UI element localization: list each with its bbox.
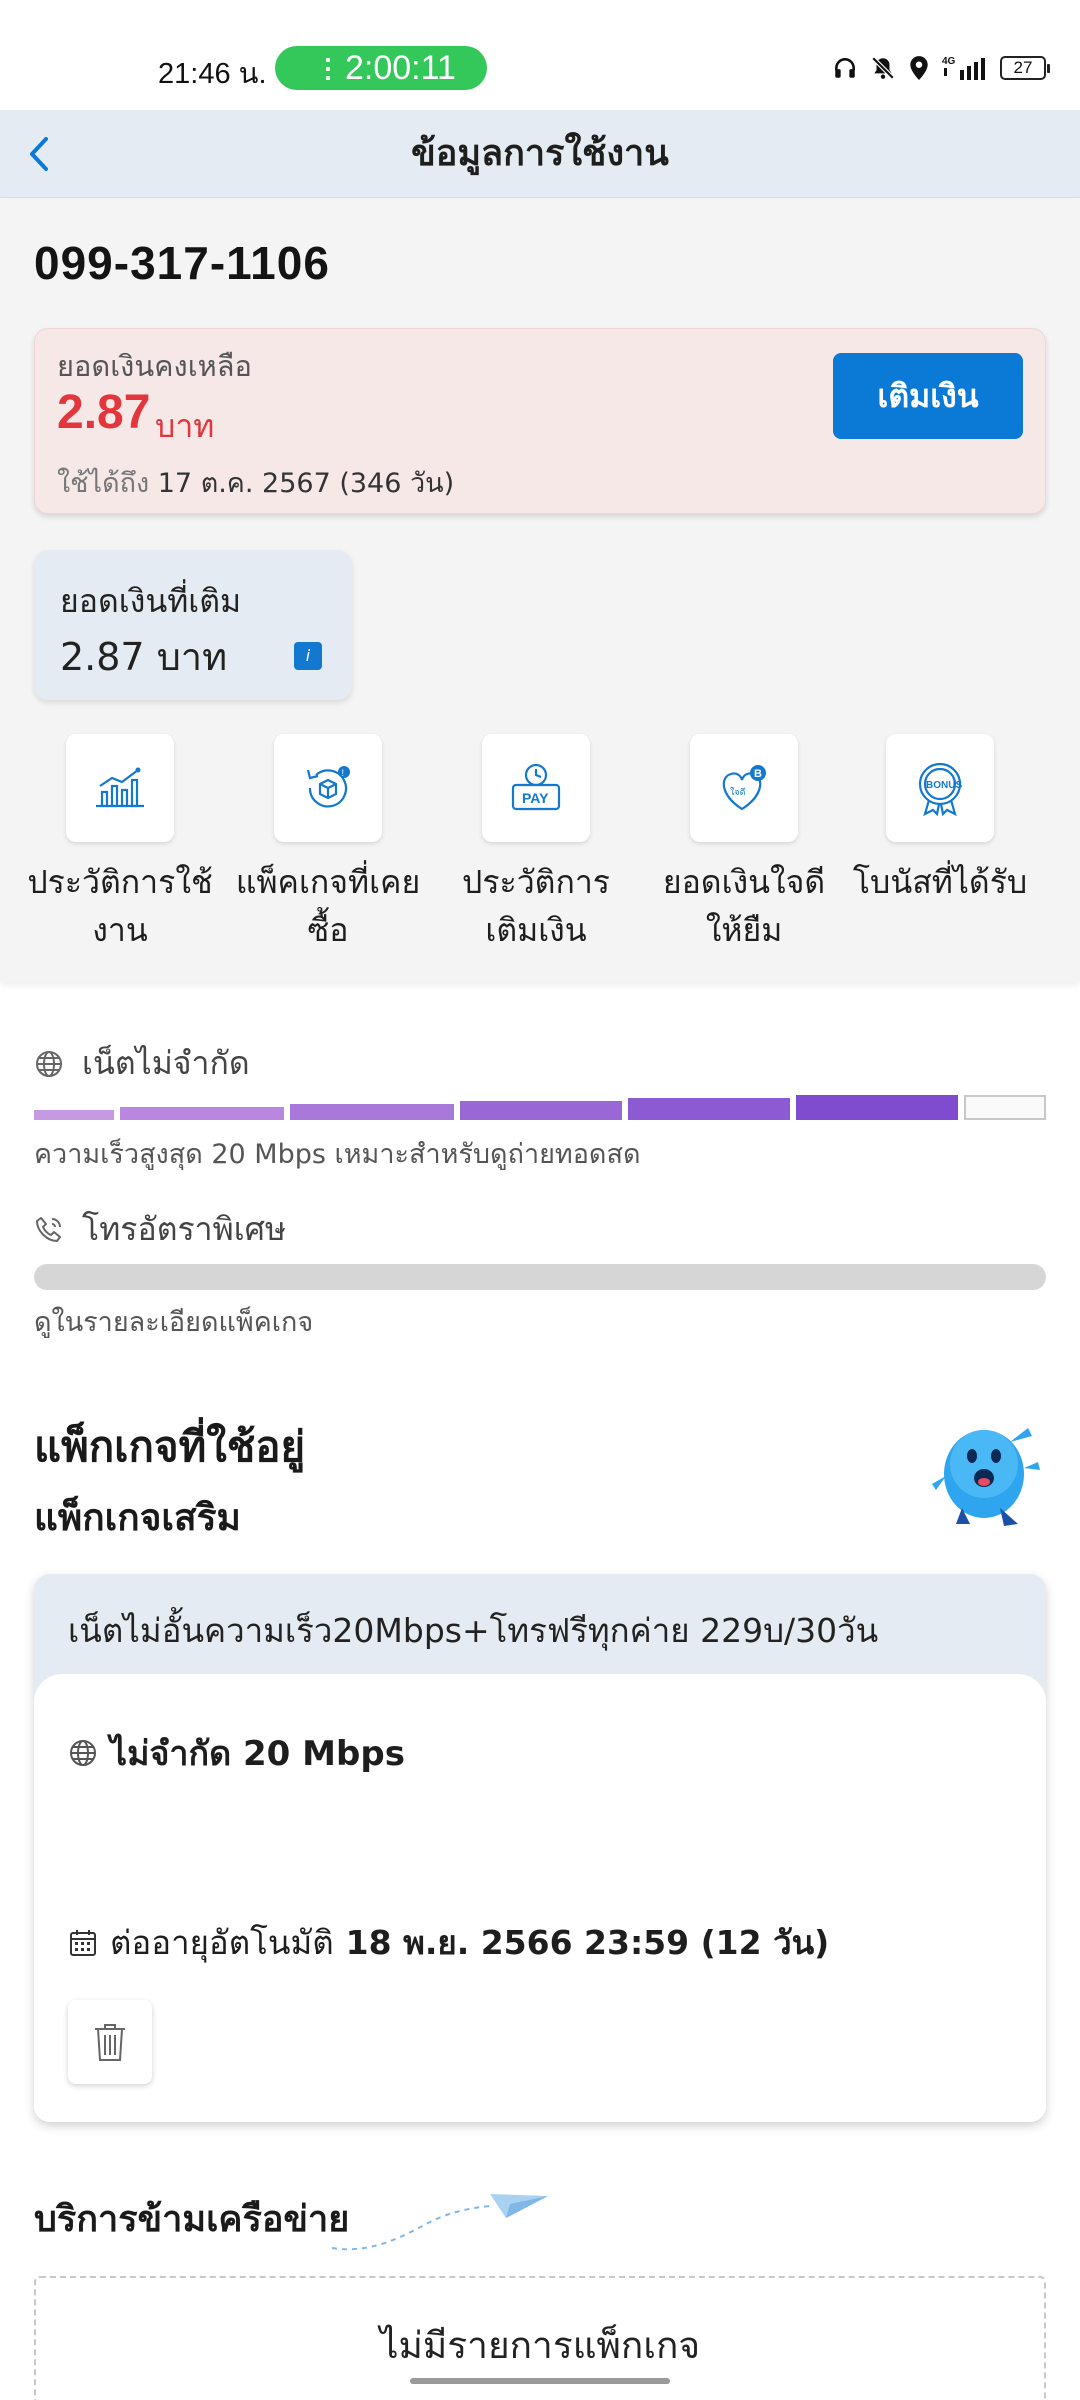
call-usage-title: โทรอัตราพิเศษ: [34, 1204, 286, 1255]
shortcut-usage-history[interactable]: ประวัติการใช้ งาน: [16, 734, 224, 954]
balance-card: ยอดเงินคงเหลือ 2.87 บาท ใช้ได้ถึง 17 ต.ค…: [34, 328, 1046, 514]
topup-button[interactable]: เติมเงิน: [833, 353, 1023, 439]
package-feature: ไม่จำกัด 20 Mbps: [68, 1726, 405, 1780]
package-name: เน็ตไม่อั้นความเร็ว20Mbps+โทรฟรีทุกค่าย …: [68, 1611, 879, 1650]
topped-up-card[interactable]: ยอดเงินที่เติม 2.87 บาท i: [34, 550, 352, 700]
svg-text:ใจดี: ใจดี: [730, 787, 746, 798]
app-header: ข้อมูลการใช้งาน: [0, 110, 1080, 198]
trash-icon: [95, 2024, 125, 2061]
status-bar: 21:46 น. ⋮ 2:00:11 4G 27: [0, 0, 1080, 110]
topped-up-amount: 2.87 บาท: [60, 635, 228, 679]
package-renewal: ต่ออายุอัตโนมัติ 18 พ.ย. 2566 23:59 (12 …: [68, 1916, 829, 1969]
call-indicator-icon: ⋮: [315, 53, 341, 83]
status-time: 21:46 น.: [158, 58, 267, 90]
location-icon: [910, 56, 928, 80]
svg-text:4G: 4G: [942, 56, 956, 67]
loan-heart-icon: ใจดี B: [690, 734, 798, 842]
usage-bar-segment: [796, 1095, 958, 1120]
call-timer: 2:00:11: [345, 49, 456, 87]
renewal-label: ต่ออายุอัตโนมัติ: [110, 1923, 334, 1962]
validity-date: 17 ต.ค. 2567 (346 วัน): [157, 468, 455, 499]
shortcut-label: ยอดเงินใจดี ให้ยืม: [662, 863, 826, 949]
usage-chart-icon: [66, 734, 174, 842]
shortcut-label: ประวัติการ เติมเงิน: [462, 863, 610, 949]
package-history-icon: !: [274, 734, 382, 842]
svg-text:BONUS: BONUS: [926, 780, 962, 791]
phone-number: 099-317-1106: [34, 237, 330, 289]
mute-bell-icon: [871, 56, 895, 80]
package-card-body: ไม่จำกัด 20 Mbps ต่ออายุอัตโนมัติ 18 พ.ย…: [34, 1674, 1046, 2122]
balance-label: ยอดเงินคงเหลือ: [57, 349, 252, 383]
internet-title: เน็ตไม่จำกัด: [82, 1044, 250, 1082]
balance-amount: 2.87: [57, 386, 151, 439]
home-indicator[interactable]: [410, 2378, 670, 2384]
roaming-title: บริการข้ามเครือข่าย: [34, 2199, 350, 2240]
package-card[interactable]: เน็ตไม่อั้นความเร็ว20Mbps+โทรฟรีทุกค่าย …: [34, 1574, 1046, 2122]
battery-icon: 27: [1000, 56, 1050, 80]
paper-plane-icon: [331, 2194, 548, 2251]
pay-history-icon: PAY: [482, 734, 590, 842]
ongoing-call-pill[interactable]: ⋮ 2:00:11: [275, 46, 487, 90]
svg-text:!: !: [342, 768, 345, 778]
usage-bar-segment: [460, 1101, 622, 1120]
status-icons: 4G 27: [832, 52, 1050, 84]
usage-bar-segment: [34, 1110, 114, 1120]
call-usage-bar: [34, 1264, 1046, 1290]
shortcut-topup-history[interactable]: PAY ประวัติการ เติมเงิน: [432, 734, 640, 954]
active-packages-title: แพ็กเกจที่ใช้อยู่: [34, 1422, 306, 1471]
shortcut-menu: ประวัติการใช้ งาน ! แพ็คเกจที่เคย ซื้อ PAY…: [0, 734, 1080, 974]
signal-4g-icon: 4G: [942, 56, 985, 80]
call-note: ดูในรายละเอียดแพ็คเกจ: [34, 1307, 314, 1338]
renewal-date: 18 พ.ย. 2566 23:59 (12 วัน): [345, 1923, 830, 1962]
globe-icon: [36, 1050, 62, 1077]
calendar-icon: [70, 1929, 96, 1956]
delete-package-button[interactable]: [68, 2000, 152, 2084]
account-summary: 099-317-1106 ยอดเงินคงเหลือ 2.87 บาท ใช้…: [0, 198, 1080, 982]
usage-bar-segment: [628, 1098, 790, 1120]
addon-packages-subtitle: แพ็กเกจเสริม: [34, 1496, 241, 1539]
balance-validity: ใช้ได้ถึง 17 ต.ค. 2567 (346 วัน): [57, 461, 454, 504]
internet-usage-title: เน็ตไม่จำกัด: [34, 1038, 250, 1089]
topped-up-label: ยอดเงินที่เติม: [60, 582, 242, 620]
bonus-badge-icon: BONUS: [886, 734, 994, 842]
headphones-icon: [835, 58, 855, 78]
shortcut-kind-loan[interactable]: ใจดี B ยอดเงินใจดี ให้ยืม: [640, 734, 848, 954]
mascot-icon: [932, 1428, 1040, 1526]
shortcut-bonus[interactable]: BONUS โบนัสที่ได้รับ: [836, 734, 1044, 906]
call-title: โทรอัตราพิเศษ: [82, 1210, 287, 1248]
package-feature-text: ไม่จำกัด 20 Mbps: [110, 1734, 405, 1774]
balance-unit: บาท: [155, 407, 215, 445]
empty-package-text: ไม่มีรายการแพ็กเกจ: [379, 2324, 701, 2367]
svg-text:PAY: PAY: [522, 790, 549, 806]
internet-note: ความเร็วสูงสุด 20 Mbps เหมาะสำหรับดูถ่าย…: [34, 1139, 641, 1170]
shortcut-label: แพ็คเกจที่เคย ซื้อ: [235, 863, 421, 949]
globe-icon: [70, 1740, 96, 1766]
info-icon[interactable]: i: [294, 642, 322, 670]
validity-prefix: ใช้ได้ถึง: [57, 468, 150, 499]
usage-bar-segment-empty: [964, 1095, 1046, 1120]
shortcut-package-history[interactable]: ! แพ็คเกจที่เคย ซื้อ: [224, 734, 432, 954]
usage-bar-segment: [120, 1107, 284, 1120]
page-title: ข้อมูลการใช้งาน: [411, 133, 669, 174]
shortcut-label: ประวัติการใช้ งาน: [27, 863, 213, 949]
phone-icon: [36, 1216, 61, 1242]
usage-bar-segment: [290, 1104, 454, 1120]
svg-text:B: B: [754, 768, 762, 780]
shortcut-label: โบนัสที่ได้รับ: [852, 863, 1028, 901]
